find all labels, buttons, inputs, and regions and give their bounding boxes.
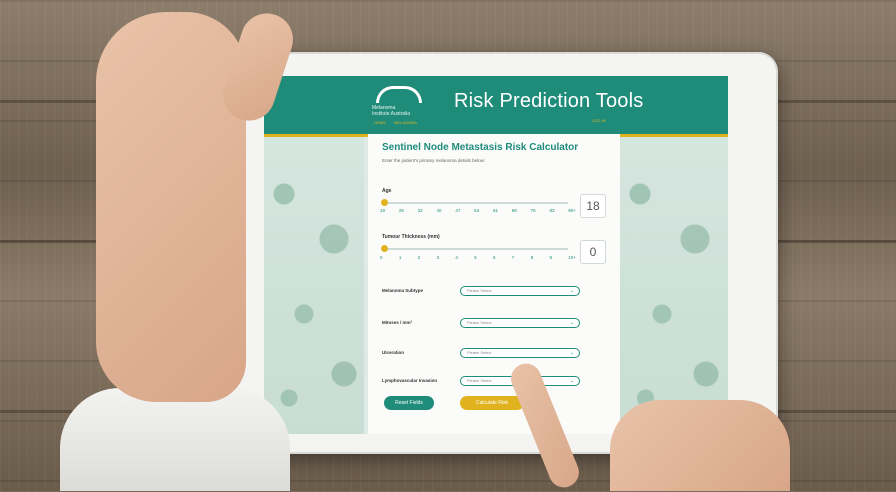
card-subtitle: Enter the patient's primary melanoma det…: [382, 158, 486, 163]
thickness-tick-8: 8: [530, 255, 534, 260]
thickness-tick-10: 10+: [568, 255, 576, 260]
left-hand: [96, 12, 246, 402]
age-tick-4: 47: [455, 208, 461, 213]
card-title: Sentinel Node Metastasis Risk Calculator: [382, 142, 579, 153]
subtype-select[interactable]: Please Select ⌄: [460, 286, 580, 296]
thickness-tick-3: 3: [436, 255, 439, 260]
lymphovascular-select-value: Please Select: [467, 378, 492, 383]
thickness-slider-track[interactable]: [384, 248, 568, 250]
login-link[interactable]: LOG IN: [592, 118, 606, 123]
age-tick-1: 25: [398, 208, 404, 213]
age-tick-9: 83: [549, 208, 555, 213]
tablet-screen: Melanoma Institute Australia Risk Predic…: [264, 76, 728, 434]
thickness-tick-4: 4: [455, 255, 458, 260]
thickness-slider-handle[interactable]: [381, 245, 388, 252]
age-tick-8: 76: [530, 208, 536, 213]
ulceration-select[interactable]: Please Select ⌄: [460, 348, 580, 358]
chevron-down-icon: ⌄: [569, 320, 574, 326]
calculator-card: Sentinel Node Metastasis Risk Calculator…: [368, 134, 620, 434]
thickness-value-field[interactable]: 0: [580, 240, 606, 264]
age-tick-7: 68: [511, 208, 517, 213]
age-tick-3: 40: [436, 208, 442, 213]
chevron-down-icon: ⌄: [569, 288, 574, 294]
thickness-label: Tumour Thickness (mm): [382, 234, 440, 240]
mitoses-label: Mitoses / mm²: [382, 320, 413, 325]
subtype-select-value: Please Select: [467, 288, 492, 293]
cell-texture-right: [618, 134, 728, 434]
thickness-tick-5: 5: [474, 255, 477, 260]
thickness-tick-9: 9: [549, 255, 552, 260]
lymphovascular-label: Lymphovascular Invasion: [382, 378, 438, 383]
thickness-tick-labels: 0 1 2 3 4 5 6 7 8 9 10+: [380, 255, 576, 260]
age-tick-labels: 18 25 32 40 47 54 61 68 76 83 90+: [380, 208, 576, 213]
mitoses-select-value: Please Select: [467, 320, 492, 325]
age-tick-2: 32: [417, 208, 423, 213]
nav-home-link[interactable]: HOME: [374, 120, 386, 125]
age-tick-5: 54: [474, 208, 480, 213]
logo-text-line2: Institute Australia: [372, 111, 411, 117]
cell-texture-left: [264, 134, 364, 434]
logo-arc-icon: [376, 86, 422, 103]
thickness-tick-7: 7: [511, 255, 515, 260]
thickness-tick-1: 1: [398, 255, 402, 260]
thickness-tick-2: 2: [417, 255, 421, 260]
chevron-down-icon: ⌄: [569, 350, 574, 356]
calculate-risk-button[interactable]: Calculate Risk: [460, 396, 524, 410]
ulceration-label: Ulceration: [382, 350, 405, 355]
right-hand: [610, 400, 790, 491]
mitoses-select[interactable]: Please Select ⌄: [460, 318, 580, 328]
white-sleeve: [60, 388, 290, 491]
logo-text: Melanoma Institute Australia: [372, 105, 422, 117]
app-header: Melanoma Institute Australia Risk Predic…: [264, 76, 728, 137]
thickness-tick-6: 6: [492, 255, 496, 260]
thickness-tick-0: 0: [380, 255, 383, 260]
subtype-label: Melanoma Subtype: [382, 288, 424, 293]
age-value-field[interactable]: 18: [580, 194, 606, 218]
age-tick-6: 61: [492, 208, 498, 213]
ulceration-select-value: Please Select: [467, 350, 492, 355]
age-tick-10: 90+: [568, 208, 576, 213]
app-title: Risk Prediction Tools: [454, 90, 644, 112]
reset-fields-button[interactable]: Reset Fields: [384, 396, 434, 410]
chevron-down-icon: ⌄: [569, 378, 574, 384]
nav-melanoma-link[interactable]: MELANOMA: [394, 120, 417, 125]
age-slider-handle[interactable]: [381, 199, 388, 206]
age-tick-0: 18: [380, 208, 386, 213]
age-label: Age: [382, 188, 392, 194]
age-slider-track[interactable]: [384, 202, 568, 204]
